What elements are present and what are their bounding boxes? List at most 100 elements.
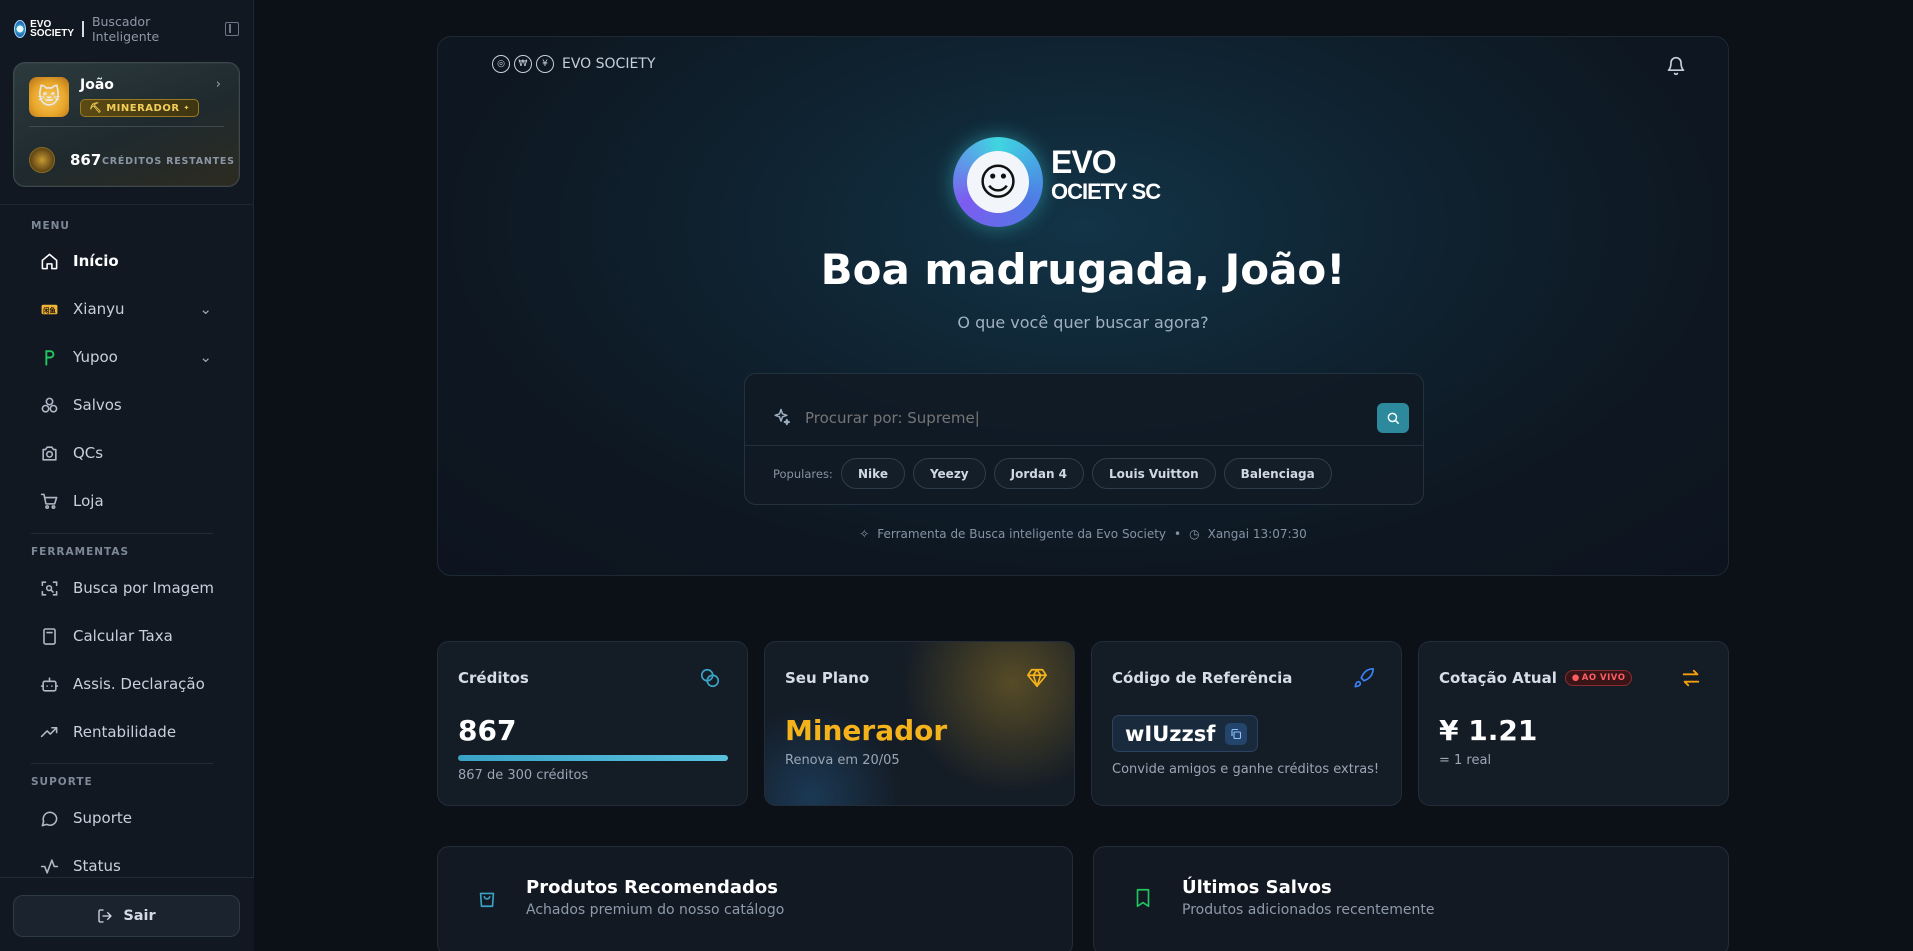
chip-nike[interactable]: Nike (841, 458, 905, 489)
evo-emblem-icon (14, 20, 27, 38)
credits-card-title: Créditos (458, 669, 529, 687)
search-panel: Populares: Nike Yeezy Jordan 4 Louis Vui… (744, 373, 1424, 505)
divider (0, 204, 253, 205)
sidebar-item-label: Loja (73, 492, 104, 510)
shopping-bag-icon (476, 887, 498, 909)
chip-yeezy[interactable]: Yeezy (912, 458, 986, 489)
sparkle-icon: ✧ (859, 527, 870, 541)
search-input[interactable] (805, 408, 1345, 428)
coin-icon (29, 147, 55, 173)
brand-separator (82, 21, 84, 37)
search-button[interactable] (1377, 403, 1409, 433)
sidebar-item-xianyu[interactable]: 闲鱼 Xianyu ⌄ (30, 289, 220, 329)
avatar: 🐱 (29, 77, 69, 117)
coins-icon (699, 667, 721, 689)
sidebar-item-inicio[interactable]: Início (30, 241, 220, 281)
image-search-icon (39, 578, 59, 598)
rocket-icon (1353, 667, 1375, 689)
recently-saved-section[interactable]: Últimos Salvos Produtos adicionados rece… (1093, 846, 1729, 951)
divider (29, 126, 224, 127)
user-name: João (80, 77, 114, 93)
trending-icon (39, 722, 59, 742)
yupoo-icon (39, 347, 59, 367)
exchange-icon (1680, 667, 1702, 689)
chip-louis-vuitton[interactable]: Louis Vuitton (1092, 458, 1216, 489)
recommended-title: Produtos Recomendados (526, 877, 778, 898)
sidebar-item-label: QCs (73, 444, 104, 462)
plan-sub: Renova em 20/05 (785, 753, 900, 768)
footer-time: Xangai 13:07:30 (1207, 527, 1307, 541)
sidebar: EVO SOCIETY Buscador Inteligente 🐱 João … (0, 0, 254, 951)
brand-subtitle: Buscador Inteligente (91, 14, 160, 44)
popular-chips: Nike Yeezy Jordan 4 Louis Vuitton Balenc… (841, 458, 1332, 489)
live-badge: ● AO VIVO (1564, 670, 1633, 686)
yen-icon: ¥ (536, 55, 554, 73)
smiley-emblem-icon: ☺ (953, 137, 1043, 227)
logout-button[interactable]: Sair (13, 895, 240, 937)
sidebar-item-label: Status (73, 857, 121, 875)
popular-label: Populares: (773, 467, 833, 481)
greeting-subtitle: O que você quer buscar agora? (957, 313, 1209, 332)
credits-sub: 867 de 300 créditos (458, 768, 589, 783)
sidebar-item-calcular-taxa[interactable]: Calcular Taxa (30, 616, 220, 656)
collapse-sidebar-icon[interactable] (225, 22, 239, 36)
recommended-products-section[interactable]: Produtos Recomendados Achados premium do… (437, 846, 1073, 951)
saved-sub: Produtos adicionados recentemente (1182, 902, 1435, 918)
sparkle-icon: ✦ (183, 104, 190, 112)
clock-icon: ◷ (1189, 527, 1200, 541)
referral-sub: Convide amigos e ganhe créditos extras! (1112, 762, 1380, 777)
sparkle-icon (771, 407, 791, 427)
credits-value: 867 (458, 714, 517, 747)
plan-value: Minerador (785, 714, 948, 747)
sidebar-item-qcs[interactable]: QCs (30, 433, 220, 473)
search-row (745, 374, 1423, 446)
camera-icon (39, 443, 59, 463)
chevron-down-icon: ⌄ (199, 300, 212, 318)
sidebar-item-label: Calcular Taxa (73, 627, 173, 645)
sidebar-item-assis-declaracao[interactable]: Assis. Declaração (30, 664, 220, 704)
sidebar-item-busca-imagem[interactable]: Busca por Imagem (30, 568, 220, 608)
sidebar-header: EVO SOCIETY Buscador Inteligente (0, 0, 253, 58)
referral-card[interactable]: Código de Referência wIUzzsf Convide ami… (1091, 641, 1402, 806)
referral-code: wIUzzsf (1125, 721, 1216, 746)
referral-card-title: Código de Referência (1112, 669, 1293, 687)
credits-count: 867 (70, 151, 102, 169)
footer-tool-text: Ferramenta de Busca inteligente da Evo S… (877, 527, 1167, 541)
bell-icon[interactable] (1666, 56, 1686, 76)
copy-icon[interactable] (1225, 722, 1248, 745)
live-badge-label: AO VIVO (1581, 673, 1626, 683)
plan-badge: ⛏ MINERADOR ✦ (80, 99, 199, 117)
sidebar-item-label: Assis. Declaração (73, 675, 205, 693)
chip-balenciaga[interactable]: Balenciaga (1223, 458, 1332, 489)
sidebar-item-label: Yupoo (73, 348, 118, 366)
evo-logo[interactable]: EVO SOCIETY (14, 18, 74, 40)
dot-separator: • (1174, 527, 1182, 541)
hero-topbar-brand[interactable]: ◎ ₩ ¥ EVO SOCIETY (492, 55, 655, 73)
sidebar-item-label: Salvos (73, 396, 122, 414)
credits-label: CRÉDITOS RESTANTES (102, 156, 235, 167)
divider (31, 763, 213, 764)
plan-card-title: Seu Plano (785, 669, 870, 687)
topbar-brand-text: EVO SOCIETY (562, 56, 656, 72)
credits-card[interactable]: Créditos 867 867 de 300 créditos (437, 641, 748, 806)
pickaxe-icon: ⛏ (89, 102, 103, 114)
rate-sub: = 1 real (1439, 753, 1492, 768)
sidebar-item-salvos[interactable]: Salvos (30, 385, 220, 425)
plan-card[interactable]: Seu Plano Minerador Renova em 20/05 (764, 641, 1075, 806)
user-card[interactable]: 🐱 João › ⛏ MINERADOR ✦ 867 CRÉDITOS REST… (13, 62, 240, 187)
sidebar-item-suporte[interactable]: Suporte (30, 798, 220, 838)
menu-section-label: MENU (31, 220, 70, 232)
sidebar-item-label: Início (73, 252, 119, 270)
chip-jordan-4[interactable]: Jordan 4 (993, 458, 1085, 489)
exchange-rate-card[interactable]: Cotação Atual ● AO VIVO ¥ 1.21 = 1 real (1418, 641, 1729, 806)
home-icon (39, 251, 59, 271)
evo-society-hero-logo: ☺ EVO OCIETY SC (953, 133, 1203, 229)
hero-panel: ◎ ₩ ¥ EVO SOCIETY ☺ EVO OCIETY SC Boa ma… (437, 36, 1729, 576)
sidebar-item-yupoo[interactable]: Yupoo ⌄ (30, 337, 220, 377)
won-icon: ₩ (514, 55, 532, 73)
sidebar-item-loja[interactable]: Loja (30, 481, 220, 521)
rate-card-title-row: Cotação Atual ● AO VIVO (1439, 669, 1633, 687)
hero-footer: ✧ Ferramenta de Busca inteligente da Evo… (438, 527, 1728, 541)
saved-icon (39, 395, 59, 415)
sidebar-item-rentabilidade[interactable]: Rentabilidade (30, 712, 220, 752)
